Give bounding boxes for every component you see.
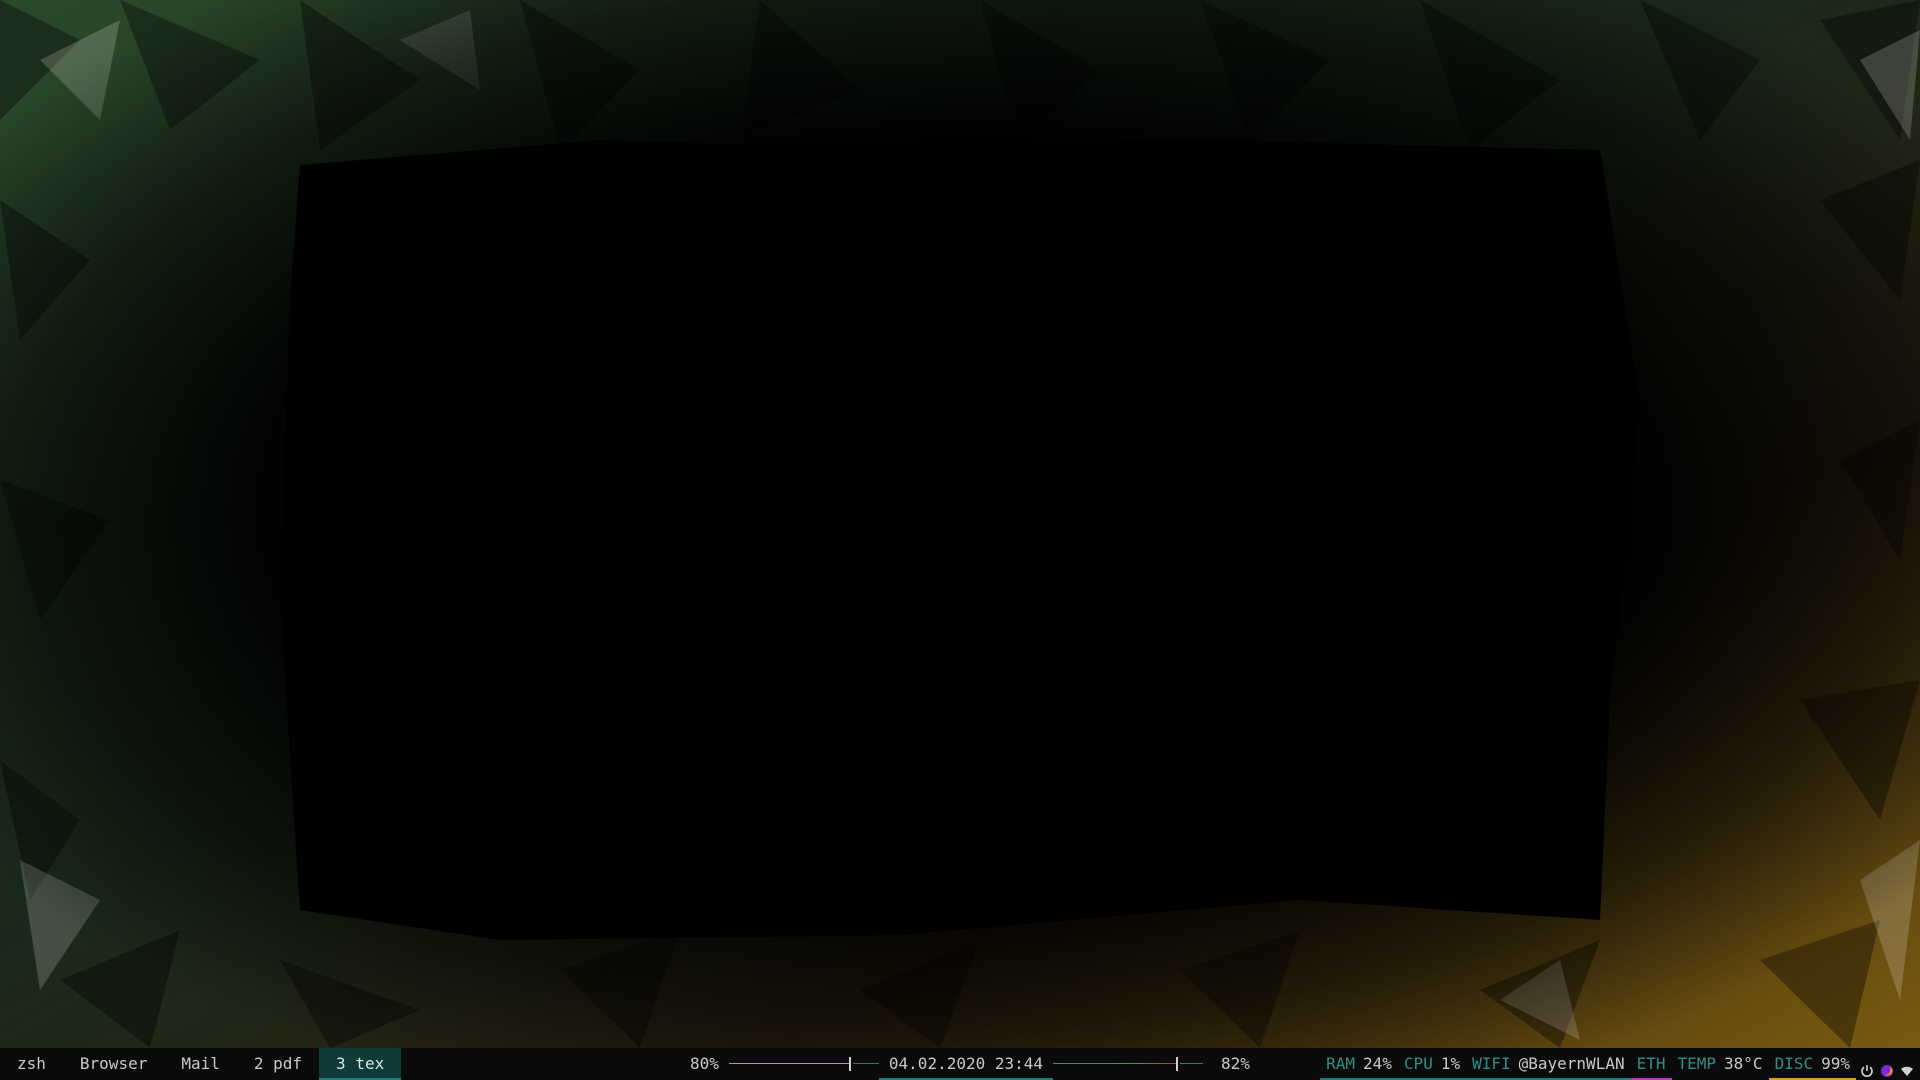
- brightness-knob[interactable]: [1176, 1057, 1179, 1071]
- center-modules: 80% 04.02.2020 23:44 82%: [690, 1048, 1250, 1080]
- firefox-icon[interactable]: [1880, 1057, 1894, 1077]
- disc-module: DISC 99%: [1768, 1048, 1856, 1080]
- brightness-slider[interactable]: [1053, 1048, 1204, 1080]
- volume-slider[interactable]: [728, 1048, 879, 1080]
- brightness-track-filled: [1053, 1063, 1177, 1064]
- volume-knob[interactable]: [848, 1057, 851, 1071]
- workspace-browser[interactable]: Browser: [63, 1048, 164, 1080]
- volume-percent[interactable]: 80%: [690, 1048, 719, 1080]
- workspace-zsh[interactable]: zsh: [0, 1048, 63, 1080]
- workspace-tex[interactable]: 3 tex: [319, 1048, 402, 1080]
- cpu-value: 1%: [1440, 1054, 1461, 1073]
- brightness-percent[interactable]: 82%: [1221, 1048, 1250, 1080]
- wifi-value: @BayernWLAN: [1518, 1054, 1625, 1073]
- wifi-icon[interactable]: [1900, 1057, 1914, 1076]
- ram-value: 24%: [1363, 1054, 1392, 1073]
- system-modules: RAM 24% CPU 1% WIFI @BayernWLAN ETH TEMP…: [1320, 1048, 1920, 1080]
- eth-module: ETH: [1630, 1048, 1672, 1080]
- status-bar: zsh Browser Mail 2 pdf 3 tex 80% 04.02.2…: [0, 1048, 1920, 1080]
- wifi-label: WIFI: [1472, 1054, 1511, 1073]
- disc-value: 99%: [1821, 1054, 1850, 1073]
- disc-label: DISC: [1774, 1054, 1814, 1073]
- eth-label: ETH: [1636, 1054, 1666, 1073]
- volume-track-empty: [852, 1063, 879, 1064]
- brightness-track-empty: [1180, 1063, 1204, 1064]
- ram-label: RAM: [1326, 1054, 1356, 1073]
- wifi-module: WIFI @BayernWLAN: [1466, 1048, 1631, 1080]
- clock-date[interactable]: 04.02.2020 23:44: [878, 1048, 1054, 1080]
- workspace-pdf[interactable]: 2 pdf: [237, 1048, 319, 1080]
- desktop-wallpaper: [0, 0, 1920, 1048]
- temp-value: 38°C: [1724, 1054, 1763, 1073]
- ram-module: RAM 24%: [1320, 1048, 1398, 1080]
- system-tray: [1856, 1057, 1920, 1077]
- workspace-mail[interactable]: Mail: [164, 1048, 237, 1080]
- workspace-list: zsh Browser Mail 2 pdf 3 tex: [0, 1048, 402, 1080]
- volume-track-filled: [728, 1063, 849, 1064]
- cpu-label: CPU: [1403, 1054, 1433, 1073]
- cpu-module: CPU 1%: [1397, 1048, 1467, 1080]
- temp-module: TEMP 38°C: [1672, 1048, 1769, 1080]
- power-icon[interactable]: [1860, 1057, 1874, 1077]
- temp-label: TEMP: [1677, 1054, 1717, 1073]
